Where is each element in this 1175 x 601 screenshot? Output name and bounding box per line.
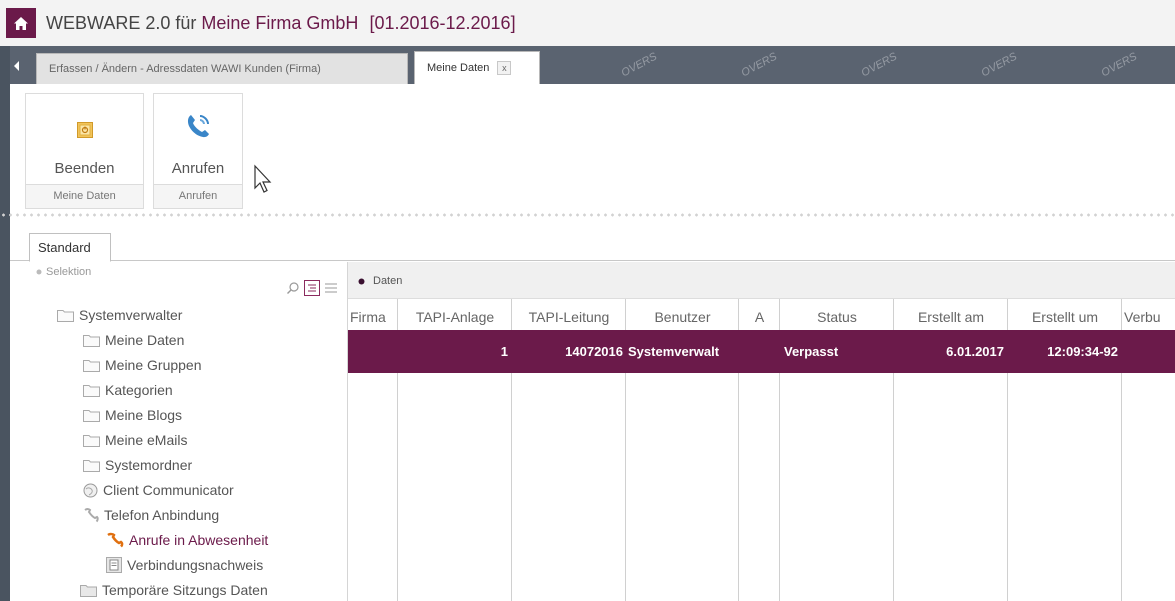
button-label: Anrufen <box>171 160 225 177</box>
folder-icon <box>83 384 100 397</box>
tree-item-verbindungsnachweis[interactable]: Verbindungsnachweis <box>106 557 263 573</box>
tree-item-label: Temporäre Sitzungs Daten <box>102 582 268 598</box>
toolbar-separator <box>0 213 1175 217</box>
column-header-verbu[interactable]: Verbu <box>1124 299 1175 330</box>
folder-icon <box>57 309 74 322</box>
tab-label: Meine Daten <box>427 62 490 74</box>
column-header-tapi-anlage[interactable]: TAPI-Anlage <box>398 299 512 330</box>
globe-icon <box>83 483 98 497</box>
column-header-erstellt-um[interactable]: Erstellt um <box>1008 299 1122 330</box>
button-group-label: Meine Daten <box>26 184 143 208</box>
tree-item-label: Kategorien <box>105 382 173 398</box>
cell-status: Verpasst <box>784 344 839 359</box>
tree-item-anrufe-in-abwesenheit[interactable]: Anrufe in Abwesenheit <box>106 532 268 548</box>
tree-panel: Selektion Systemverwalter Meine Daten Me… <box>24 262 348 601</box>
column-header-benutzer[interactable]: Benutzer <box>626 299 739 330</box>
tree-item-label: Verbindungsnachweis <box>127 557 264 573</box>
selection-header: Selektion <box>36 266 91 278</box>
tree-item-client-communicator[interactable]: Client Communicator <box>83 482 234 498</box>
tree-item-telefon-anbindung[interactable]: Telefon Anbindung <box>83 507 219 523</box>
tab-label: Standard <box>38 240 91 255</box>
tree-item-meine-blogs[interactable]: Meine Blogs <box>83 407 182 423</box>
column-header-firma[interactable]: Firma <box>350 299 396 330</box>
search-icon[interactable] <box>286 281 300 295</box>
tab-label: Erfassen / Ändern - Adressdaten WAWI Kun… <box>49 63 321 75</box>
ribbon-toolbar: Beenden Meine Daten Anrufen Anrufen <box>10 84 1175 212</box>
tab-standard[interactable]: Standard <box>29 233 111 262</box>
watermark: OVERS <box>619 50 660 80</box>
button-label: Beenden <box>54 160 115 177</box>
tree-item-label: Telefon Anbindung <box>104 507 220 523</box>
watermark: OVERS <box>739 50 780 80</box>
folder-icon <box>83 334 100 347</box>
phone-icon <box>187 115 209 138</box>
grid-title-bar: Daten <box>348 262 1175 299</box>
beenden-button[interactable]: Beenden Meine Daten <box>25 93 144 209</box>
tree-item-label: Client Communicator <box>103 482 234 498</box>
tree-item-meine-daten[interactable]: Meine Daten <box>83 332 184 348</box>
home-icon <box>14 16 28 30</box>
tab-adressdaten[interactable]: Erfassen / Ändern - Adressdaten WAWI Kun… <box>36 53 408 84</box>
tree-item-label: Meine Blogs <box>105 407 183 423</box>
tab-bar: Erfassen / Ändern - Adressdaten WAWI Kun… <box>10 46 1175 84</box>
bullet-icon <box>358 278 365 284</box>
title-period: [01.2016-12.2016] <box>369 13 516 33</box>
folder-icon <box>80 584 97 597</box>
tree-item-systemordner[interactable]: Systemordner <box>83 457 192 473</box>
folder-icon <box>83 434 100 447</box>
watermark: OVERS <box>979 50 1020 80</box>
column-header-tapi-leitung[interactable]: TAPI-Leitung <box>512 299 626 330</box>
tree-item-label: Systemverwalter <box>79 307 183 323</box>
column-header-erstellt-am[interactable]: Erstellt am <box>894 299 1008 330</box>
document-icon <box>106 557 122 573</box>
column-header-status[interactable]: Status <box>780 299 894 330</box>
panel-tab-bar: Standard <box>10 228 1175 262</box>
tree-item-meine-gruppen[interactable]: Meine Gruppen <box>83 357 202 373</box>
cell-benutzer: Systemverwalt <box>628 344 720 359</box>
tree-item-label: Meine Gruppen <box>105 357 202 373</box>
folder-icon <box>83 409 100 422</box>
anrufen-button[interactable]: Anrufen Anrufen <box>153 93 243 209</box>
grid-title-label: Daten <box>373 275 403 287</box>
data-grid: Firma TAPI-Anlage TAPI-Leitung Benutzer … <box>348 299 1175 601</box>
left-edge-strip <box>0 0 10 601</box>
tree-item-label: Meine eMails <box>105 432 188 448</box>
folder-icon <box>83 359 100 372</box>
watermark: OVERS <box>859 50 900 80</box>
tab-meine-daten[interactable]: Meine Daten x <box>414 51 540 84</box>
handset-icon <box>84 508 99 523</box>
bullet-icon <box>36 269 42 275</box>
folder-icon <box>83 459 100 472</box>
cell-tapi-leitung: 14072016 <box>565 344 623 359</box>
tree-item-label: Systemordner <box>105 457 193 473</box>
tree-item-meine-emails[interactable]: Meine eMails <box>83 432 187 448</box>
title-firm: Meine Firma GmbH <box>201 13 359 33</box>
tree-item-label: Meine Daten <box>105 332 185 348</box>
list-view-icon[interactable] <box>324 281 338 295</box>
app-title: WEBWARE 2.0 für Meine Firma GmbH [01.201… <box>46 13 516 34</box>
handset-icon <box>107 532 124 548</box>
tree-view-icon[interactable] <box>304 280 320 296</box>
tree-item-systemverwalter[interactable]: Systemverwalter <box>57 307 182 323</box>
home-button[interactable] <box>6 8 36 38</box>
cell-erstellt-um: 12:09:34-92 <box>1047 344 1118 359</box>
chevron-left-icon <box>14 61 19 71</box>
close-icon[interactable]: x <box>497 61 512 75</box>
cell-tapi-anlage: 1 <box>500 344 508 359</box>
title-prefix: WEBWARE 2.0 für <box>46 13 197 33</box>
tree-item-kategorien[interactable]: Kategorien <box>83 382 173 398</box>
button-group-label: Anrufen <box>154 184 242 208</box>
tree-item-temporaere-sitzungs-daten[interactable]: Temporäre Sitzungs Daten <box>80 582 268 598</box>
column-header-a[interactable]: A <box>739 299 780 330</box>
grid-title: Daten <box>358 275 402 287</box>
cell-erstellt-am: 6.01.2017 <box>946 344 1004 359</box>
mouse-cursor-icon <box>254 164 272 193</box>
tab-scroll-left[interactable] <box>10 54 24 78</box>
tree-item-label: Anrufe in Abwesenheit <box>129 532 269 548</box>
selection-label: Selektion <box>46 266 92 278</box>
tree-tools <box>286 280 338 296</box>
title-bar: WEBWARE 2.0 für Meine Firma GmbH [01.201… <box>0 0 1175 46</box>
power-icon <box>76 122 93 138</box>
watermark: OVERS <box>1099 50 1140 80</box>
